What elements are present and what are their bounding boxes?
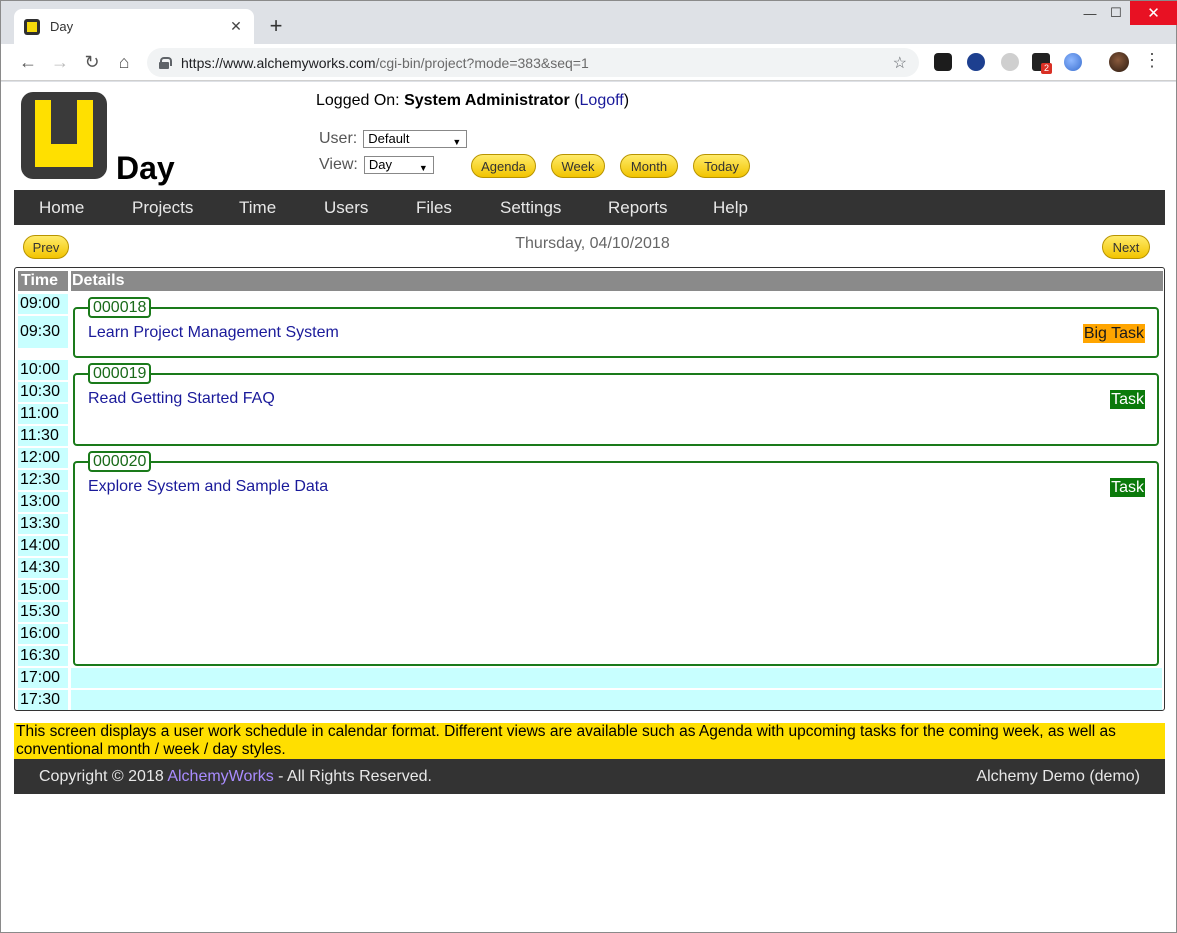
time-slot: 17:00 bbox=[18, 668, 68, 688]
event-title[interactable]: Read Getting Started FAQ bbox=[88, 390, 275, 408]
profile-avatar[interactable] bbox=[1109, 52, 1129, 72]
time-slot: 10:30 bbox=[18, 382, 68, 402]
time-slot: 12:00 bbox=[18, 448, 68, 468]
menu-settings[interactable]: Settings bbox=[500, 190, 561, 225]
event-card[interactable]: 000019 Read Getting Started FAQ Task bbox=[73, 363, 1159, 446]
time-slot: 16:00 bbox=[18, 624, 68, 644]
event-id[interactable]: 000020 bbox=[88, 451, 152, 472]
user-label: User: bbox=[319, 130, 358, 147]
time-slot: 09:00 bbox=[18, 294, 68, 314]
lock-icon bbox=[159, 56, 172, 69]
extension-globe-icon[interactable] bbox=[1064, 53, 1082, 71]
favicon-icon bbox=[24, 18, 40, 35]
extension-e-icon[interactable] bbox=[967, 53, 985, 71]
extension-circle-icon[interactable] bbox=[1001, 53, 1019, 71]
dropdown-arrow-icon: ▼ bbox=[418, 163, 428, 173]
week-button[interactable]: Week bbox=[551, 154, 605, 178]
footer: Copyright © 2018 AlchemyWorks - All Righ… bbox=[14, 759, 1165, 794]
tab-title: Day bbox=[50, 19, 74, 34]
current-date: Thursday, 04/10/2018 bbox=[515, 235, 670, 252]
browser-toolbar: ← → ↻ ⌂ https://www.alchemyworks.com/cgi… bbox=[1, 44, 1176, 81]
time-slot: 12:30 bbox=[18, 470, 68, 490]
view-label: View: bbox=[319, 156, 358, 173]
event-title[interactable]: Explore System and Sample Data bbox=[88, 478, 328, 496]
time-slot: 15:00 bbox=[18, 580, 68, 600]
calendar-header: Time Details bbox=[18, 271, 1163, 291]
agenda-button[interactable]: Agenda bbox=[471, 154, 536, 178]
address-bar[interactable]: https://www.alchemyworks.com/cgi-bin/pro… bbox=[147, 48, 919, 77]
event-card[interactable]: 000018 Learn Project Management System B… bbox=[73, 297, 1159, 358]
login-status: Logged On: System Administrator (Logoff) bbox=[316, 92, 630, 109]
event-id[interactable]: 000018 bbox=[88, 297, 152, 318]
user-select[interactable]: Default ▼ bbox=[363, 130, 468, 148]
time-slot: 13:30 bbox=[18, 514, 68, 534]
reload-icon[interactable]: ↻ bbox=[79, 49, 105, 75]
instance-name: Alchemy Demo (demo) bbox=[976, 768, 1140, 785]
menu-files[interactable]: Files bbox=[416, 190, 452, 225]
extension-blackberry-icon[interactable] bbox=[934, 53, 952, 71]
logoff-link[interactable]: Logoff bbox=[580, 92, 624, 109]
menu-users[interactable]: Users bbox=[324, 190, 368, 225]
date-navigation: Prev Thursday, 04/10/2018 Next bbox=[1, 232, 1176, 262]
user-filter: User: Default ▼ bbox=[319, 130, 468, 148]
view-filter: View: Day ▼ bbox=[319, 156, 434, 174]
help-description: This screen displays a user work schedul… bbox=[14, 723, 1165, 759]
extension-badge: 2 bbox=[1041, 63, 1053, 74]
event-id[interactable]: 000019 bbox=[88, 363, 152, 384]
month-button[interactable]: Month bbox=[620, 154, 678, 178]
menu-time[interactable]: Time bbox=[239, 190, 276, 225]
next-button[interactable]: Next bbox=[1102, 235, 1150, 259]
time-column-header: Time bbox=[21, 272, 59, 289]
menu-reports[interactable]: Reports bbox=[608, 190, 668, 225]
back-icon[interactable]: ← bbox=[15, 49, 41, 75]
alchemyworks-link[interactable]: AlchemyWorks bbox=[167, 768, 273, 785]
menu-help[interactable]: Help bbox=[713, 190, 748, 225]
window-close-icon[interactable]: ✕ bbox=[1130, 1, 1177, 25]
user-name: System Administrator bbox=[404, 92, 570, 109]
event-type-badge: Big Task bbox=[1082, 324, 1145, 343]
time-slot: 17:30 bbox=[18, 690, 68, 710]
empty-slot bbox=[71, 690, 1162, 710]
forward-icon[interactable]: → bbox=[47, 49, 73, 75]
view-select[interactable]: Day ▼ bbox=[363, 156, 434, 174]
time-slot: 09:30 bbox=[18, 316, 68, 348]
time-slot: 16:30 bbox=[18, 646, 68, 666]
event-type-badge: Task bbox=[1110, 478, 1145, 497]
page-title: Day bbox=[116, 150, 175, 186]
url-text: https://www.alchemyworks.com/cgi-bin/pro… bbox=[181, 54, 589, 71]
time-slot: 13:00 bbox=[18, 492, 68, 512]
page: Day Logged On: System Administrator (Log… bbox=[1, 82, 1176, 932]
main-menu: Home Projects Time Users Files Settings … bbox=[14, 190, 1165, 225]
day-calendar: Time Details 09:00 09:30 10:00 10:30 11:… bbox=[14, 267, 1165, 711]
browser-titlebar: Day ✕ + — ☐ ✕ bbox=[1, 1, 1177, 44]
bookmark-star-icon[interactable]: ☆ bbox=[893, 53, 907, 73]
time-slot: 14:30 bbox=[18, 558, 68, 578]
today-button[interactable]: Today bbox=[693, 154, 750, 178]
browser-tab[interactable]: Day ✕ bbox=[14, 9, 254, 44]
time-slot: 14:00 bbox=[18, 536, 68, 556]
home-icon[interactable]: ⌂ bbox=[111, 49, 137, 75]
browser-window: Day ✕ + — ☐ ✕ ← → ↻ ⌂ https://www.alchem… bbox=[0, 0, 1177, 933]
time-slot: 10:00 bbox=[18, 360, 68, 380]
event-title[interactable]: Learn Project Management System bbox=[88, 324, 339, 342]
time-slot: 15:30 bbox=[18, 602, 68, 622]
new-tab-icon[interactable]: + bbox=[263, 13, 289, 39]
event-card[interactable]: 000020 Explore System and Sample Data Ta… bbox=[73, 451, 1159, 666]
details-column-header: Details bbox=[72, 272, 125, 289]
dropdown-arrow-icon: ▼ bbox=[452, 137, 462, 147]
empty-slot bbox=[71, 668, 1162, 688]
menu-projects[interactable]: Projects bbox=[132, 190, 193, 225]
browser-menu-icon[interactable]: ⋮ bbox=[1143, 50, 1161, 71]
time-slot: 11:30 bbox=[18, 426, 68, 446]
time-slot: 11:00 bbox=[18, 404, 68, 424]
event-type-badge: Task bbox=[1110, 390, 1145, 409]
copyright: Copyright © 2018 AlchemyWorks - All Righ… bbox=[39, 768, 432, 785]
menu-home[interactable]: Home bbox=[39, 190, 84, 225]
alchemyworks-logo bbox=[21, 92, 107, 179]
close-tab-icon[interactable]: ✕ bbox=[228, 18, 244, 35]
